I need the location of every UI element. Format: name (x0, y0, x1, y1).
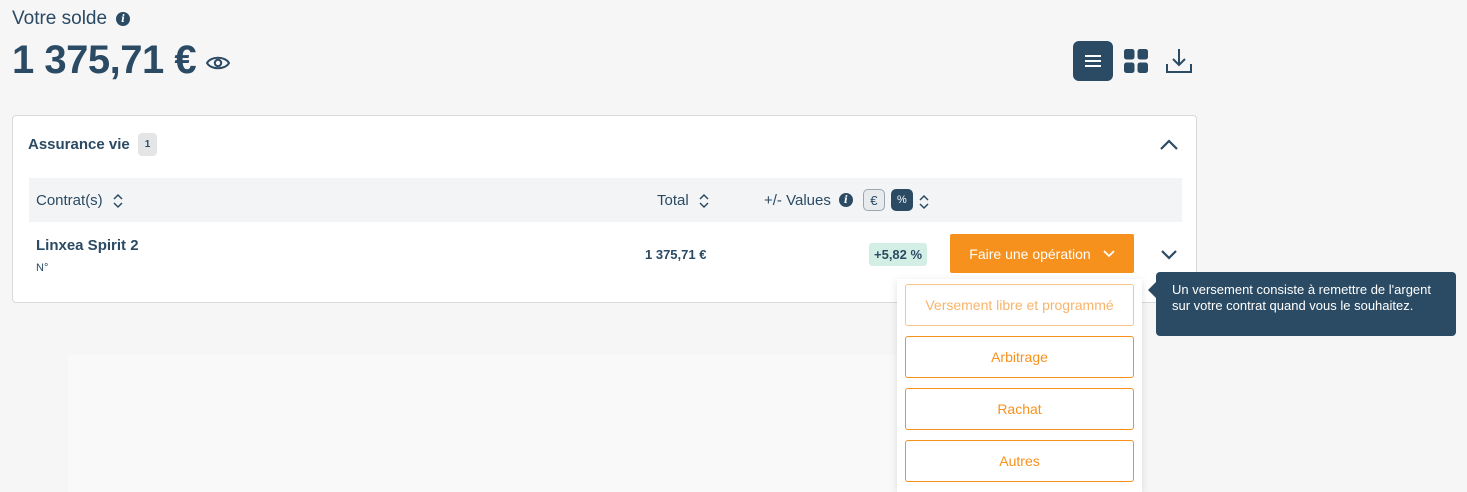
sort-icon (113, 193, 123, 208)
section-header: Assurance vie 1 (28, 133, 158, 156)
contract-total: 1 375,71 € (645, 247, 707, 262)
info-icon[interactable]: i (838, 193, 853, 207)
eye-icon[interactable] (206, 55, 231, 71)
grid-view-button[interactable] (1123, 41, 1149, 81)
menu-item-arbitrage[interactable]: Arbitrage (905, 336, 1134, 378)
contract-number: N° (36, 262, 49, 274)
chevron-down-icon[interactable] (1160, 249, 1178, 261)
list-icon (1085, 55, 1101, 67)
operation-menu: Versement libre et programmé Arbitrage R… (897, 279, 1142, 492)
chevron-up-icon[interactable] (1159, 138, 1179, 152)
euro-toggle[interactable]: € (862, 189, 885, 211)
menu-item-rachat[interactable]: Rachat (905, 388, 1134, 430)
column-values: +/- Values i € % (764, 189, 929, 211)
column-values-label: +/- Values (764, 191, 831, 209)
operation-button[interactable]: Faire une opération (950, 234, 1134, 273)
menu-item-autres[interactable]: Autres (905, 440, 1134, 482)
balance-amount: 1 375,71 € (12, 38, 197, 82)
operation-button-label: Faire une opération (969, 245, 1091, 262)
info-icon[interactable]: i (116, 12, 131, 26)
column-total-label: Total (657, 192, 689, 209)
grid-icon (1124, 49, 1148, 73)
background-placeholder (68, 355, 908, 492)
assurance-vie-card: Assurance vie 1 Contrat(s) Total +/- Val… (12, 115, 1197, 303)
view-toggle (1073, 41, 1199, 81)
download-button[interactable] (1159, 41, 1199, 81)
chevron-down-icon (1103, 249, 1115, 257)
performance-badge: +5,82 % (869, 243, 928, 266)
sort-icon[interactable] (919, 194, 929, 210)
balance-display: 1 375,71 € (12, 38, 231, 83)
column-total[interactable]: Total (657, 192, 709, 209)
percent-toggle[interactable]: % (890, 189, 913, 211)
section-title: Assurance vie (28, 136, 130, 153)
sort-icon (699, 193, 709, 208)
column-contract[interactable]: Contrat(s) (36, 192, 123, 209)
balance-label: Votre solde (12, 8, 108, 29)
count-badge: 1 (137, 133, 158, 156)
list-view-button[interactable] (1073, 41, 1113, 81)
column-contract-label: Contrat(s) (36, 192, 103, 209)
menu-item-versement[interactable]: Versement libre et programmé (905, 284, 1134, 326)
balance-heading: Votre solde i (12, 8, 131, 30)
table-header: Contrat(s) Total +/- Values i € % (29, 178, 1182, 222)
tooltip: Un versement consiste à remettre de l'ar… (1148, 272, 1456, 336)
contract-name[interactable]: Linxea Spirit 2 (36, 237, 139, 254)
download-icon (1166, 49, 1192, 73)
